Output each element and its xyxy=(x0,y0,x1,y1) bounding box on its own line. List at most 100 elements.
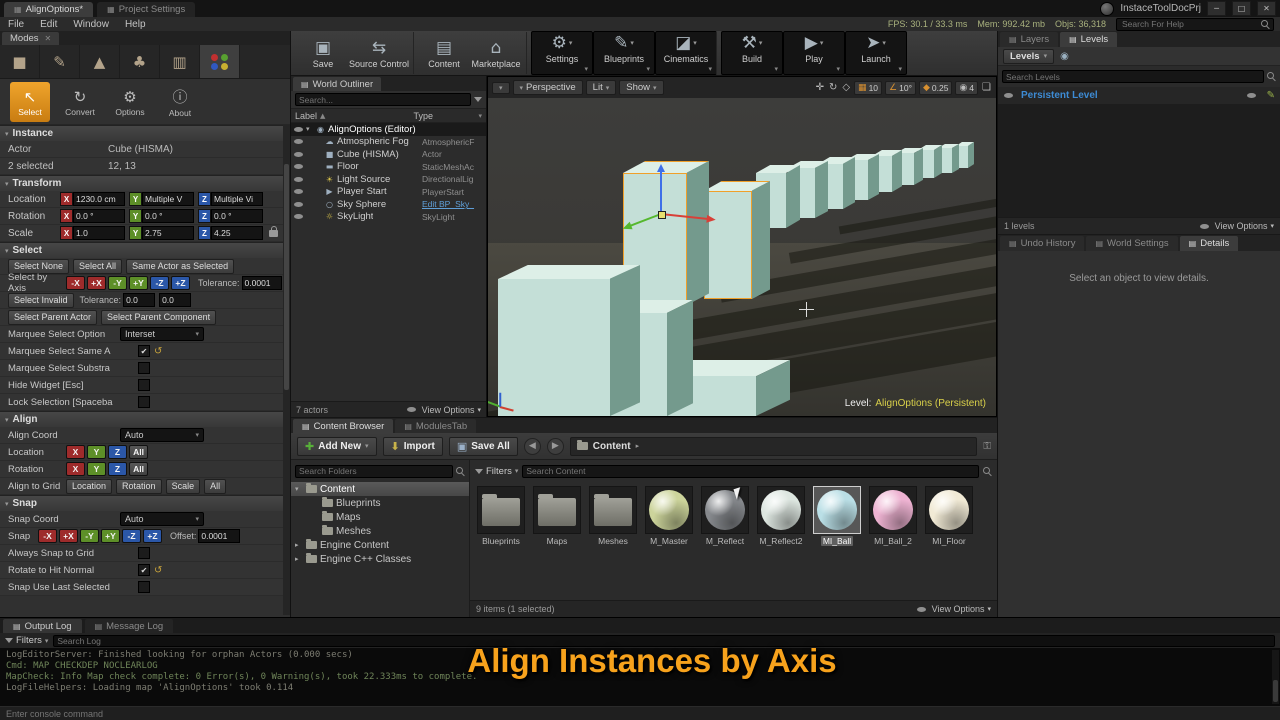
visibility-eye-icon[interactable] xyxy=(294,187,303,196)
filter-icon[interactable] xyxy=(474,97,482,102)
right-panel-tab[interactable]: ▤Levels xyxy=(1060,32,1117,47)
align-axis-button[interactable]: Z xyxy=(108,462,127,476)
angle-snap-value[interactable]: 10° xyxy=(899,83,912,93)
tab-modes[interactable]: Modes ✕ xyxy=(2,32,59,45)
same-actor-as-selected-button[interactable]: Same Actor as Selected xyxy=(126,259,234,274)
log-scrollbar[interactable] xyxy=(1272,650,1279,704)
visibility-eye-icon[interactable] xyxy=(294,125,303,134)
show-flags-button[interactable]: Show▾ xyxy=(619,80,663,95)
grid-snap-toggle[interactable]: ▦10 xyxy=(854,81,882,95)
scale-y-field[interactable]: 2.75 xyxy=(142,226,194,240)
checkbox[interactable] xyxy=(138,396,150,408)
expander-icon[interactable]: ▸ xyxy=(295,555,303,563)
help-search-input[interactable] xyxy=(1120,18,1261,30)
section-transform[interactable]: ▾Transform xyxy=(0,175,290,191)
expander-icon[interactable]: ▾ xyxy=(306,125,315,133)
save-all-button[interactable]: ▣Save All xyxy=(449,437,518,456)
viewport-options-button[interactable]: ▾ xyxy=(492,82,510,94)
gizmo-z-axis[interactable] xyxy=(660,168,662,214)
type-column-header[interactable]: Type xyxy=(413,111,475,121)
toolbar-button[interactable]: ▤ ▾ Content xyxy=(418,32,470,74)
edit-level-pencil-icon[interactable]: ✎ xyxy=(1267,90,1275,101)
minimize-button[interactable]: ─ xyxy=(1207,1,1226,16)
align-axis-button[interactable]: All xyxy=(129,462,148,476)
tool-button[interactable]: ⓘ About xyxy=(160,82,200,122)
align-grid-button[interactable]: Scale xyxy=(166,479,201,494)
scale-z-field[interactable]: 4.25 xyxy=(211,226,263,240)
align-coord-dropdown[interactable]: Auto xyxy=(120,428,204,442)
snap-axis-button[interactable]: -X xyxy=(38,529,57,543)
breadcrumb-chevron-icon[interactable]: ▸ xyxy=(636,442,640,450)
align-axis-button[interactable]: X xyxy=(66,445,85,459)
rotation-z-field[interactable]: 0.0 ° xyxy=(211,209,263,223)
checkbox[interactable] xyxy=(138,379,150,391)
content-browser-tab[interactable]: ▤Content Browser xyxy=(293,419,393,433)
section-snap[interactable]: ▾Snap xyxy=(0,495,290,511)
snap-axis-button[interactable]: -Z xyxy=(122,529,141,543)
align-axis-button[interactable]: Y xyxy=(87,445,106,459)
section-instance[interactable]: ▾Instance xyxy=(0,125,290,141)
rotation-x-field[interactable]: 0.0 ° xyxy=(73,209,125,223)
folder-tree-item[interactable]: ▸ Engine C++ Classes xyxy=(291,552,469,566)
rotation-y-field[interactable]: 0.0 ° xyxy=(142,209,194,223)
perspective-button[interactable]: ▾Perspective xyxy=(513,80,583,95)
align-axis-button[interactable]: All xyxy=(129,445,148,459)
maximize-viewport-icon[interactable]: ❏ xyxy=(981,82,992,93)
section-select[interactable]: ▾Select xyxy=(0,242,290,258)
tolerance-field[interactable]: 0.0001 xyxy=(242,276,282,290)
asset-thumbnail[interactable] xyxy=(869,486,917,534)
visibility-eye-icon[interactable] xyxy=(294,175,303,184)
outliner-row[interactable]: ■ Cube (HISMA) Actor xyxy=(291,148,486,161)
axis-select-button[interactable]: -Z xyxy=(150,276,169,290)
label-column-header[interactable]: Label xyxy=(295,111,317,121)
maximize-button[interactable]: □ xyxy=(1232,1,1251,16)
rotate-gizmo-icon[interactable]: ↻ xyxy=(828,82,838,93)
folder-tree-item[interactable]: Blueprints xyxy=(291,496,469,510)
invalid-tolerance-field-2[interactable]: 0.0 xyxy=(159,293,191,307)
axis-select-button[interactable]: +X xyxy=(87,276,106,290)
tool-button[interactable]: ⚙ Options xyxy=(110,82,150,122)
visibility-eye-icon[interactable] xyxy=(294,200,303,209)
asset-thumbnail[interactable] xyxy=(757,486,805,534)
menu-item[interactable]: File xyxy=(0,19,32,30)
outliner-row[interactable]: ☼ SkyLight SkyLight xyxy=(291,211,486,224)
asset-thumbnail[interactable] xyxy=(813,486,861,534)
outliner-row[interactable]: ☁ Atmospheric Fog AtmosphericF xyxy=(291,136,486,149)
reset-to-default-icon[interactable]: ↺ xyxy=(154,565,162,576)
invalid-tolerance-field-1[interactable]: 0.0 xyxy=(123,293,155,307)
menu-item[interactable]: Window xyxy=(65,19,117,30)
marquee-option-dropdown[interactable]: Interset xyxy=(120,327,204,341)
axis-select-button[interactable]: +Z xyxy=(171,276,190,290)
location-x-field[interactable]: 1230.0 cm xyxy=(73,192,125,206)
details-area-tab[interactable]: ▤Details xyxy=(1180,236,1239,251)
view-options-button[interactable]: View Options▾ xyxy=(916,604,991,614)
visibility-eye-icon[interactable] xyxy=(294,137,303,146)
asset-tile[interactable]: Blueprints xyxy=(476,486,526,546)
asset-tile[interactable]: Maps xyxy=(532,486,582,546)
toolbar-button[interactable]: ➤ ▾ Launch xyxy=(845,31,907,75)
reset-to-default-icon[interactable]: ↺ xyxy=(154,346,162,357)
search-levels-input[interactable] xyxy=(1002,70,1264,83)
asset-thumbnail[interactable] xyxy=(645,486,693,534)
import-button[interactable]: ⬇Import xyxy=(383,437,443,456)
log-tab[interactable]: ▤Message Log xyxy=(85,619,174,633)
modes-panel-scrollbar[interactable] xyxy=(283,125,290,615)
toolbar-button[interactable]: ▶ ▾ Play xyxy=(783,31,845,75)
align-axis-button[interactable]: Z xyxy=(108,445,127,459)
visibility-eye-icon[interactable] xyxy=(294,150,303,159)
add-new-button[interactable]: ✚Add New▾ xyxy=(297,437,377,456)
location-y-field[interactable]: Multiple V xyxy=(142,192,194,206)
rotation-snap-toggle[interactable]: ∠10° xyxy=(885,81,916,95)
filters-button[interactable]: Filters▾ xyxy=(475,466,518,477)
checkbox[interactable] xyxy=(138,581,150,593)
offset-field[interactable]: 0.0001 xyxy=(198,529,240,543)
asset-thumbnail[interactable] xyxy=(925,486,973,534)
align-axis-button[interactable]: Y xyxy=(87,462,106,476)
close-button[interactable]: ✕ xyxy=(1257,1,1276,16)
tool-button[interactable]: ↻ Convert xyxy=(60,82,100,122)
align-grid-button[interactable]: Rotation xyxy=(116,479,162,494)
checkbox[interactable] xyxy=(138,564,150,576)
dropdown-caret-icon[interactable]: ▾ xyxy=(759,39,763,47)
snap-axis-button[interactable]: +X xyxy=(59,529,78,543)
search-content-input[interactable] xyxy=(522,465,979,478)
